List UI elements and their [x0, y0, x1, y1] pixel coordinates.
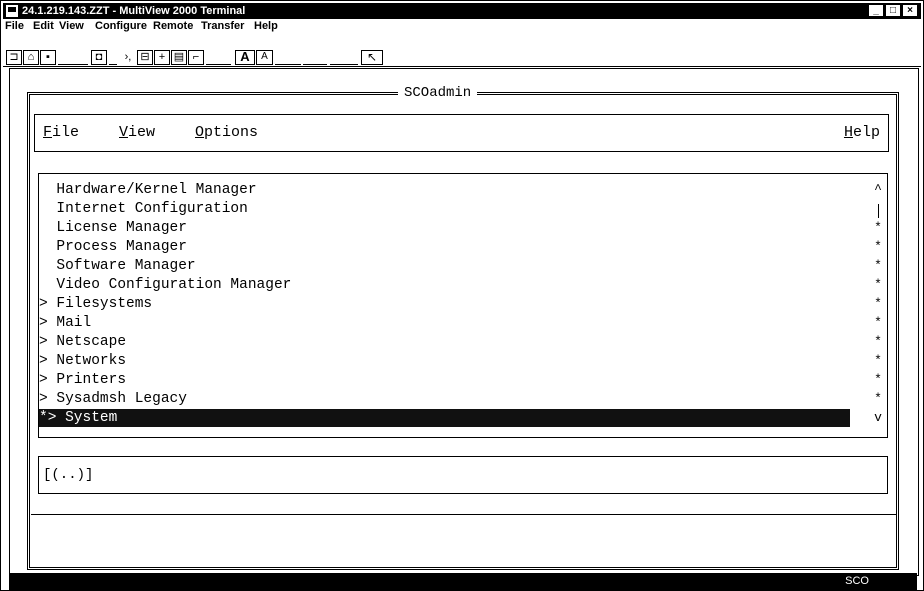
pointer-icon[interactable]: ↖ [361, 50, 383, 65]
list-item[interactable]: Process Manager [39, 238, 850, 256]
close-button[interactable]: × [902, 4, 918, 17]
scroll-track-marker: * [874, 239, 882, 254]
toolbar: ⊐ ⌂ ▪ ◘ ›, ⊟ + ▤ ⌐ A A ↖ [3, 36, 921, 67]
status-bar: SCO [9, 573, 917, 590]
menu-view[interactable]: View [59, 20, 84, 33]
scoadmin-menu-help[interactable]: Help [844, 124, 880, 142]
capture-icon[interactable]: ⌐ [188, 50, 204, 65]
menu-transfer[interactable]: Transfer [201, 20, 244, 33]
maximize-button[interactable]: □ [885, 4, 901, 17]
save-icon[interactable]: ▪ [40, 50, 56, 65]
scoadmin-menu-options[interactable]: Options [195, 124, 258, 142]
window-controls: _ □ × [868, 4, 918, 17]
terminal-app-icon[interactable] [6, 5, 18, 17]
toolbar-separator [109, 64, 117, 65]
list-item[interactable]: Internet Configuration [39, 200, 850, 218]
menu-remote[interactable]: Remote [153, 20, 193, 33]
scroll-track-marker: * [874, 353, 882, 368]
scoadmin-title: SCOadmin [398, 85, 478, 101]
toolbar-separator [206, 64, 231, 65]
keyboard-icon[interactable]: ▤ [171, 50, 187, 65]
scroll-track-marker: * [874, 220, 882, 235]
scoadmin-menu-view[interactable]: View [119, 124, 155, 142]
menu-configure[interactable]: Configure [95, 20, 147, 33]
menu-edit[interactable]: Edit [33, 20, 54, 33]
list-item[interactable]: > Networks [39, 352, 850, 370]
add-icon[interactable]: + [154, 50, 170, 65]
menu-help[interactable]: Help [254, 20, 278, 33]
list-item[interactable]: License Manager [39, 219, 850, 237]
list-item[interactable]: > Filesystems [39, 295, 850, 313]
minimize-button[interactable]: _ [868, 4, 884, 17]
command-line: [(..)] [43, 467, 94, 483]
scrollbar-thumb[interactable] [878, 204, 879, 218]
scroll-track-marker: * [874, 277, 882, 292]
title-bar[interactable]: 24.1.219.143.ZZT - MultiView 2000 Termin… [3, 3, 921, 19]
scroll-track-marker: * [874, 372, 882, 387]
window-title: 24.1.219.143.ZZT - MultiView 2000 Termin… [22, 5, 246, 17]
open-folder-icon[interactable]: ⌂ [23, 50, 39, 65]
menu-file[interactable]: File [5, 20, 24, 33]
connect-icon[interactable]: ⊐ [6, 50, 22, 65]
scroll-track-marker: * [874, 391, 882, 406]
scroll-up-arrow[interactable]: ^ [872, 181, 884, 199]
scroll-track-marker: * [874, 334, 882, 349]
toolbar-separator [275, 64, 301, 65]
scroll-down-arrow[interactable]: v [872, 409, 884, 427]
paste-icon[interactable]: ◘ [91, 50, 107, 65]
font-smaller-button[interactable]: A [256, 50, 273, 65]
app-menubar: File Edit View Configure Remote Transfer… [3, 19, 921, 34]
send-icon[interactable]: ›, [120, 50, 136, 65]
toolbar-separator [58, 64, 88, 65]
list-item[interactable]: > Netscape [39, 333, 850, 351]
list-item[interactable]: > Sysadmsh Legacy [39, 390, 850, 408]
toolbar-separator [303, 64, 327, 65]
list-item[interactable]: > Mail [39, 314, 850, 332]
scoadmin-menu-file[interactable]: File [43, 124, 79, 142]
list-item[interactable]: > Printers [39, 371, 850, 389]
list-item[interactable]: Hardware/Kernel Manager [39, 181, 850, 199]
list-item[interactable]: Software Manager [39, 257, 850, 275]
scroll-track-marker: * [874, 258, 882, 273]
divider [31, 514, 897, 515]
command-box[interactable]: [(..)] [38, 456, 888, 494]
toolbar-separator [330, 64, 358, 65]
list-item-selected[interactable]: *> System [39, 409, 850, 427]
status-text: SCO [845, 575, 869, 587]
font-larger-button[interactable]: A [235, 50, 255, 65]
print-icon[interactable]: ⊟ [137, 50, 153, 65]
scoadmin-menubar: File View Options Help [34, 114, 889, 152]
list-item[interactable]: Video Configuration Manager [39, 276, 850, 294]
terminal-screen[interactable]: SCOadmin File View Options Help Hardware… [9, 68, 919, 576]
terminal-window: 24.1.219.143.ZZT - MultiView 2000 Termin… [0, 0, 924, 591]
scroll-track-marker: * [874, 315, 882, 330]
scroll-track-marker: * [874, 296, 882, 311]
manager-list[interactable]: Hardware/Kernel Manager Internet Configu… [38, 173, 888, 438]
